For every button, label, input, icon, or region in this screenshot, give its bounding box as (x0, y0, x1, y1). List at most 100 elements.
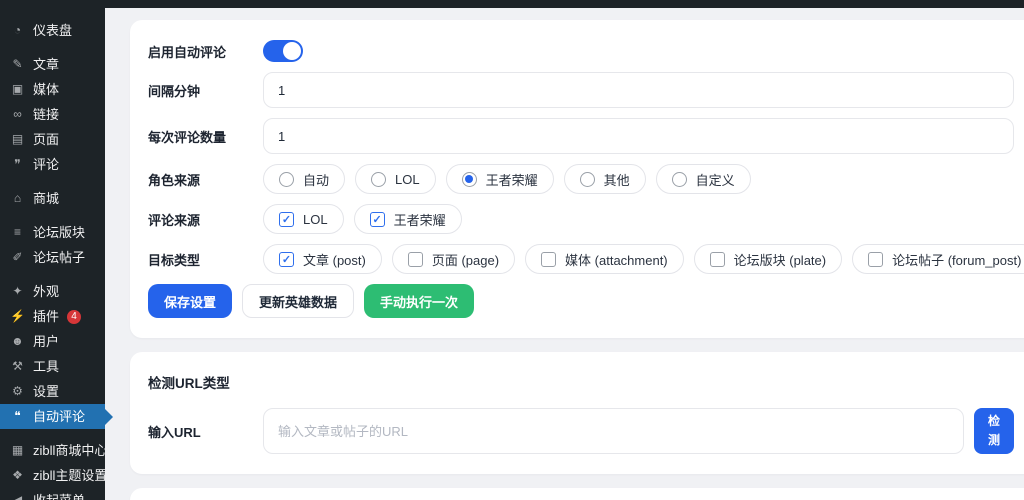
checkbox-checked-icon (370, 212, 385, 227)
site-name-link[interactable]: ⌂ 鸭e测试 (42, 0, 98, 1)
users-icon: ☻ (10, 334, 25, 349)
url-check-title: 检测URL类型 (148, 372, 1014, 392)
radio-icon (672, 172, 687, 187)
data-preview-card: 数据预览 加载预览 生成随机预览 (130, 488, 1024, 500)
target-type-row: 目标类型 文章 (post) 页面 (page) 媒体 (attachment)… (148, 244, 1014, 274)
comment-count-label: 每次评论数量 (148, 127, 263, 146)
tools-icon: ⚒ (10, 359, 25, 374)
main-content: 启用自动评论 间隔分钟 每次评论数量 角色来源 自动 LOL 王者荣耀 (105, 8, 1024, 500)
url-input-row: 输入URL 检测 (148, 408, 1014, 454)
sidebar-item-auto-comment[interactable]: ❝ 自动评论 (0, 404, 105, 429)
comment-source-wzry[interactable]: 王者荣耀 (354, 204, 462, 234)
radio-selected-icon (462, 172, 477, 187)
comment-source-label: 评论来源 (148, 210, 263, 229)
checkbox-icon (868, 252, 883, 267)
role-option-lol[interactable]: LOL (355, 164, 436, 194)
plugins-icon: ⚡ (10, 309, 25, 324)
settings-gear-icon: ⚙ (10, 384, 25, 399)
auto-comment-icon: ❝ (10, 409, 25, 424)
run-once-button[interactable]: 手动执行一次 (364, 284, 474, 318)
radio-icon (279, 172, 294, 187)
sidebar-item-users[interactable]: ☻ 用户 (0, 329, 105, 354)
admin-sidebar: ◔ 仪表盘 ✎ 文章 ▣ 媒体 ∞ 链接 ▤ 页面 ❞ 评论 ⌂ 商城 ≡ 论坛… (0, 8, 105, 500)
sidebar-item-settings[interactable]: ⚙ 设置 (0, 379, 105, 404)
url-input[interactable] (263, 408, 964, 454)
role-option-auto[interactable]: 自动 (263, 164, 345, 194)
checkbox-checked-icon (279, 252, 294, 267)
target-type-plate[interactable]: 论坛版块 (plate) (694, 244, 842, 274)
enable-row: 启用自动评论 (148, 40, 1014, 62)
media-icon: ▣ (10, 82, 25, 97)
sidebar-item-forum-post[interactable]: ✐ 论坛帖子 (0, 245, 105, 270)
auto-comment-settings-card: 启用自动评论 间隔分钟 每次评论数量 角色来源 自动 LOL 王者荣耀 (130, 20, 1024, 338)
sidebar-item-plugins[interactable]: ⚡ 插件 4 (0, 304, 105, 329)
site-name-label: 鸭e测试 (55, 0, 98, 1)
links-chain-icon: ∞ (10, 107, 25, 122)
sidebar-item-shop[interactable]: ⌂ 商城 (0, 186, 105, 211)
url-check-card: 检测URL类型 输入URL 检测 (130, 352, 1024, 474)
target-type-attachment[interactable]: 媒体 (attachment) (525, 244, 684, 274)
comment-source-lol[interactable]: LOL (263, 204, 344, 234)
new-content-link[interactable]: ＋ 新建 (272, 0, 314, 2)
settings-actions-row: 保存设置 更新英雄数据 手动执行一次 (148, 284, 1014, 318)
check-url-button[interactable]: 检测 (974, 408, 1014, 454)
appearance-brush-icon: ✦ (10, 284, 25, 299)
zibll-theme-icon: ❖ (10, 468, 25, 483)
sidebar-item-dashboard[interactable]: ◔ 仪表盘 (0, 18, 105, 43)
role-option-custom[interactable]: 自定义 (656, 164, 751, 194)
plus-icon: ＋ (272, 0, 285, 2)
dashboard-icon: ◔ (10, 23, 25, 38)
role-source-row: 角色来源 自动 LOL 王者荣耀 其他 自定义 (148, 164, 1014, 194)
role-source-label: 角色来源 (148, 170, 263, 189)
posts-pin-icon: ✎ (10, 57, 25, 72)
sidebar-item-pages[interactable]: ▤ 页面 (0, 127, 105, 152)
checkbox-icon (710, 252, 725, 267)
forum-plate-icon: ≡ (10, 225, 25, 240)
sidebar-item-links[interactable]: ∞ 链接 (0, 102, 105, 127)
enable-toggle[interactable] (263, 40, 303, 62)
sidebar-item-appearance[interactable]: ✦ 外观 (0, 279, 105, 304)
radio-icon (371, 172, 386, 187)
sidebar-item-zibll-theme[interactable]: ❖ zibll主题设置 (0, 463, 105, 488)
storefront-icon: ⌂ (10, 191, 25, 206)
howdy-account-link[interactable]: 您好，tengfei (923, 0, 1014, 1)
pages-icon: ▤ (10, 132, 25, 147)
comment-count-row: 每次评论数量 (148, 118, 1014, 154)
target-type-page[interactable]: 页面 (page) (392, 244, 515, 274)
topbar-theme-settings-link[interactable]: zibll主题设置 (114, 0, 183, 1)
forum-post-icon: ✐ (10, 250, 25, 265)
role-option-other[interactable]: 其他 (564, 164, 646, 194)
update-heroes-button[interactable]: 更新英雄数据 (242, 284, 354, 318)
sidebar-item-zibll-shop[interactable]: ▦ zibll商城中心 (0, 438, 105, 463)
sidebar-item-posts[interactable]: ✎ 文章 (0, 52, 105, 77)
howdy-text: 您好，tengfei (923, 0, 995, 1)
target-type-post[interactable]: 文章 (post) (263, 244, 382, 274)
sidebar-item-collapse-menu[interactable]: ◀ 收起菜单 (0, 488, 105, 500)
sidebar-item-forum-plate[interactable]: ≡ 论坛版块 (0, 220, 105, 245)
new-content-label: 新建 (290, 0, 314, 1)
comment-count-input[interactable] (263, 118, 1014, 154)
target-type-forum-post[interactable]: 论坛帖子 (forum_post) (852, 244, 1024, 274)
url-input-label: 输入URL (148, 422, 263, 441)
interval-label: 间隔分钟 (148, 81, 263, 100)
sidebar-item-media[interactable]: ▣ 媒体 (0, 77, 105, 102)
checkbox-checked-icon (279, 212, 294, 227)
plugins-update-badge: 4 (67, 310, 81, 324)
sidebar-item-comments[interactable]: ❞ 评论 (0, 152, 105, 177)
toggle-knob (283, 42, 301, 60)
sidebar-item-tools[interactable]: ⚒ 工具 (0, 354, 105, 379)
zibll-shop-icon: ▦ (10, 443, 25, 458)
collapse-arrow-icon: ◀ (10, 493, 25, 500)
interval-row: 间隔分钟 (148, 72, 1014, 108)
radio-icon (580, 172, 595, 187)
theme-settings-label: zibll主题设置 (114, 0, 183, 1)
target-type-label: 目标类型 (148, 250, 263, 269)
checkbox-icon (541, 252, 556, 267)
enable-label: 启用自动评论 (148, 42, 263, 61)
save-settings-button[interactable]: 保存设置 (148, 284, 232, 318)
comment-source-row: 评论来源 LOL 王者荣耀 (148, 204, 1014, 234)
interval-input[interactable] (263, 72, 1014, 108)
checkbox-icon (408, 252, 423, 267)
role-option-wzry[interactable]: 王者荣耀 (446, 164, 554, 194)
comments-icon: ❞ (10, 157, 25, 172)
